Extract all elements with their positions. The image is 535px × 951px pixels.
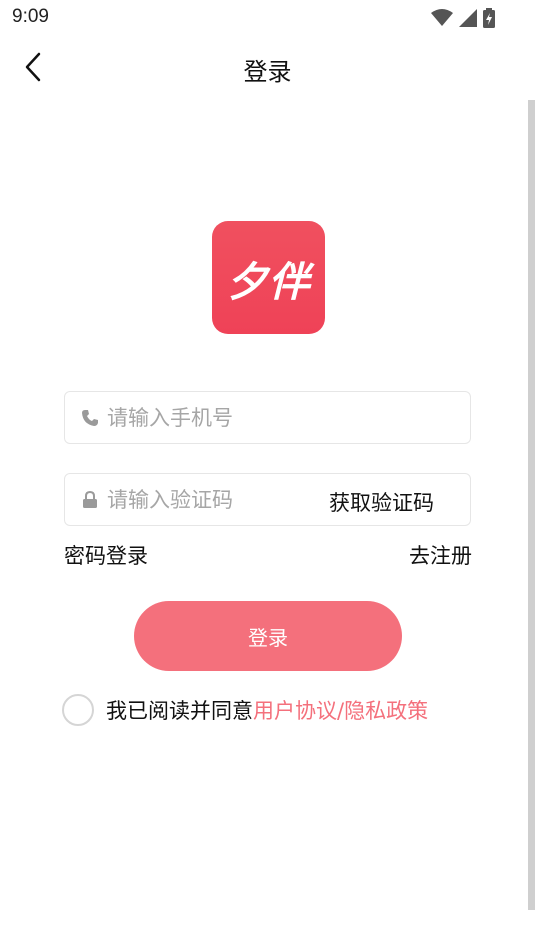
nav-bar: 登录 (0, 38, 535, 100)
page-title: 登录 (243, 58, 292, 86)
agreement-text: 我已阅读并同意 (106, 699, 253, 723)
status-time: 9:09 (12, 6, 49, 27)
status-bar: 9:09 (0, 0, 535, 38)
agreement-link[interactable]: 用户协议/隐私政策 (253, 695, 428, 725)
login-button[interactable]: 登录 (134, 601, 402, 671)
scrollbar[interactable] (528, 100, 535, 910)
password-login-link[interactable]: 密码登录 (64, 540, 148, 570)
phone-icon (81, 409, 99, 427)
battery-icon (483, 8, 495, 32)
status-icons (431, 8, 495, 32)
agreement-row: 我已阅读并同意 用户协议/隐私政策 (62, 692, 428, 728)
phone-field[interactable] (64, 391, 471, 444)
get-code-button[interactable]: 获取验证码 (329, 487, 434, 517)
phone-input[interactable] (107, 392, 457, 443)
lock-icon (81, 490, 99, 509)
agreement-checkbox[interactable] (62, 694, 94, 726)
register-link[interactable]: 去注册 (409, 540, 472, 570)
code-field[interactable]: 获取验证码 (64, 473, 471, 526)
app-logo: 夕伴 (212, 221, 325, 334)
wifi-icon (431, 9, 453, 31)
signal-icon (459, 9, 477, 31)
logo-text: 夕伴 (226, 257, 311, 306)
code-input[interactable] (107, 474, 307, 525)
